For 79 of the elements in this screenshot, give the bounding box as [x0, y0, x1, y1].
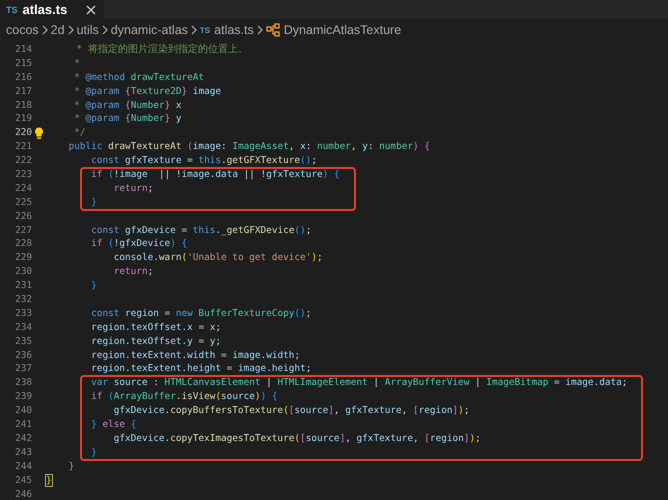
- code-line: * @param {Number} x: [73, 98, 182, 112]
- line-number: 231: [14, 279, 32, 294]
- code-line: gfxDevice.copyBuffersToTexture([source], gfxTexture, [region]);: [112, 404, 470, 418]
- line-number: 225: [14, 196, 32, 210]
- code-line: if (!gfxDevice) {: [90, 237, 188, 252]
- line-number: 242: [14, 432, 32, 446]
- line-number: 229: [14, 251, 32, 266]
- code-line: }: [90, 279, 97, 294]
- code-line: region.texExtent.height = image.height;: [90, 362, 312, 376]
- breadcrumb-item[interactable]: 2d: [50, 23, 65, 37]
- chevron-right-icon: [102, 25, 108, 35]
- code-line: * 将指定的图片渲染到指定的位置上。: [75, 43, 248, 57]
- close-icon[interactable]: [86, 4, 96, 14]
- line-number: 218: [14, 98, 32, 112]
- chevron-right-icon: [190, 25, 197, 35]
- code-line: * @param {Texture2D} image: [73, 84, 222, 99]
- chevron-right-icon: [42, 25, 48, 35]
- breadcrumb-item[interactable]: atlas.ts: [214, 23, 254, 37]
- code-line: if (ArrayBuffer.isView(source)) {: [90, 390, 278, 404]
- breadcrumb-item[interactable]: utils: [76, 23, 99, 37]
- code-line: region.texOffset.y = y;: [90, 334, 222, 349]
- line-number: 224: [14, 182, 32, 196]
- line-number: 214: [14, 43, 32, 57]
- code-line: gfxDevice.copyTexImagesToTexture([source], gfxTexture, [region]);: [112, 432, 481, 446]
- line-number: 223: [14, 168, 32, 182]
- code-line: public drawTextureAt (image: ImageAsset, x: number, y: number) {: [68, 140, 430, 154]
- line-number: 243: [14, 446, 32, 460]
- code-line: region.texOffset.x = x;: [90, 320, 222, 335]
- line-number: 227: [14, 224, 32, 238]
- line-number: 241: [14, 418, 32, 432]
- line-number: 234: [14, 320, 32, 335]
- code-line: }: [90, 196, 97, 210]
- typescript-file-icon: TS: [6, 4, 18, 14]
- code-line: }: [46, 474, 52, 488]
- line-number: 222: [14, 154, 32, 168]
- code-line: } else {: [90, 418, 136, 432]
- chevron-right-icon: [68, 25, 74, 35]
- line-number: 228: [14, 237, 32, 252]
- line-number: 239: [14, 390, 32, 404]
- line-number: 245: [14, 474, 32, 488]
- code-line: */: [73, 126, 86, 140]
- line-number: 215: [14, 56, 32, 71]
- typescript-file-icon: TS: [200, 26, 210, 34]
- line-number: 233: [14, 306, 32, 321]
- line-number: 232: [14, 293, 32, 307]
- line-number: 217: [14, 84, 32, 99]
- class-symbol-icon: [266, 23, 280, 37]
- line-number: 220: [14, 126, 32, 140]
- line-number: 237: [14, 362, 32, 376]
- code-line: if (!image || !image.data || !gfxTexture) {: [90, 168, 340, 182]
- code-line: console.warn('Unable to get device');: [112, 251, 323, 266]
- code-line: const gfxTexture = this.getGFXTexture();: [90, 154, 317, 168]
- file-tab[interactable]: TS atlas.ts: [0, 0, 106, 19]
- code-line: return;: [112, 265, 154, 280]
- chevron-right-icon: [256, 25, 263, 35]
- line-number: 221: [14, 140, 32, 154]
- code-line: const gfxDevice = this._getGFXDevice();: [90, 224, 312, 238]
- line-number: 246: [14, 488, 32, 500]
- code-line: *: [73, 56, 80, 71]
- code-line: var source : HTMLCanvasElement | HTMLImageElement | ArrayBufferView | ImageBitmap = image.data;: [90, 376, 628, 390]
- code-line: const region = new BufferTextureCopy();: [90, 306, 312, 321]
- line-number: 236: [14, 348, 32, 362]
- code-line: return;: [112, 182, 154, 196]
- code-line: }: [68, 460, 74, 474]
- breadcrumb-item[interactable]: cocos: [6, 23, 39, 37]
- line-number: 235: [14, 334, 32, 349]
- line-number: 240: [14, 404, 32, 418]
- code-line: * @method drawTextureAt: [73, 70, 204, 85]
- code-line: region.texExtent.width = image.width;: [90, 348, 300, 362]
- line-number: 216: [14, 70, 32, 85]
- code-line: * @param {Number} y: [73, 112, 182, 126]
- breadcrumb-symbol[interactable]: DynamicAtlasTexture: [284, 23, 402, 37]
- line-number: 244: [14, 460, 32, 474]
- line-number: 219: [14, 112, 32, 126]
- line-number: 230: [14, 265, 32, 280]
- line-number: 238: [14, 376, 32, 390]
- line-number: 226: [14, 210, 32, 224]
- breadcrumb-item[interactable]: dynamic-atlas: [110, 23, 188, 37]
- code-line: }: [90, 446, 97, 460]
